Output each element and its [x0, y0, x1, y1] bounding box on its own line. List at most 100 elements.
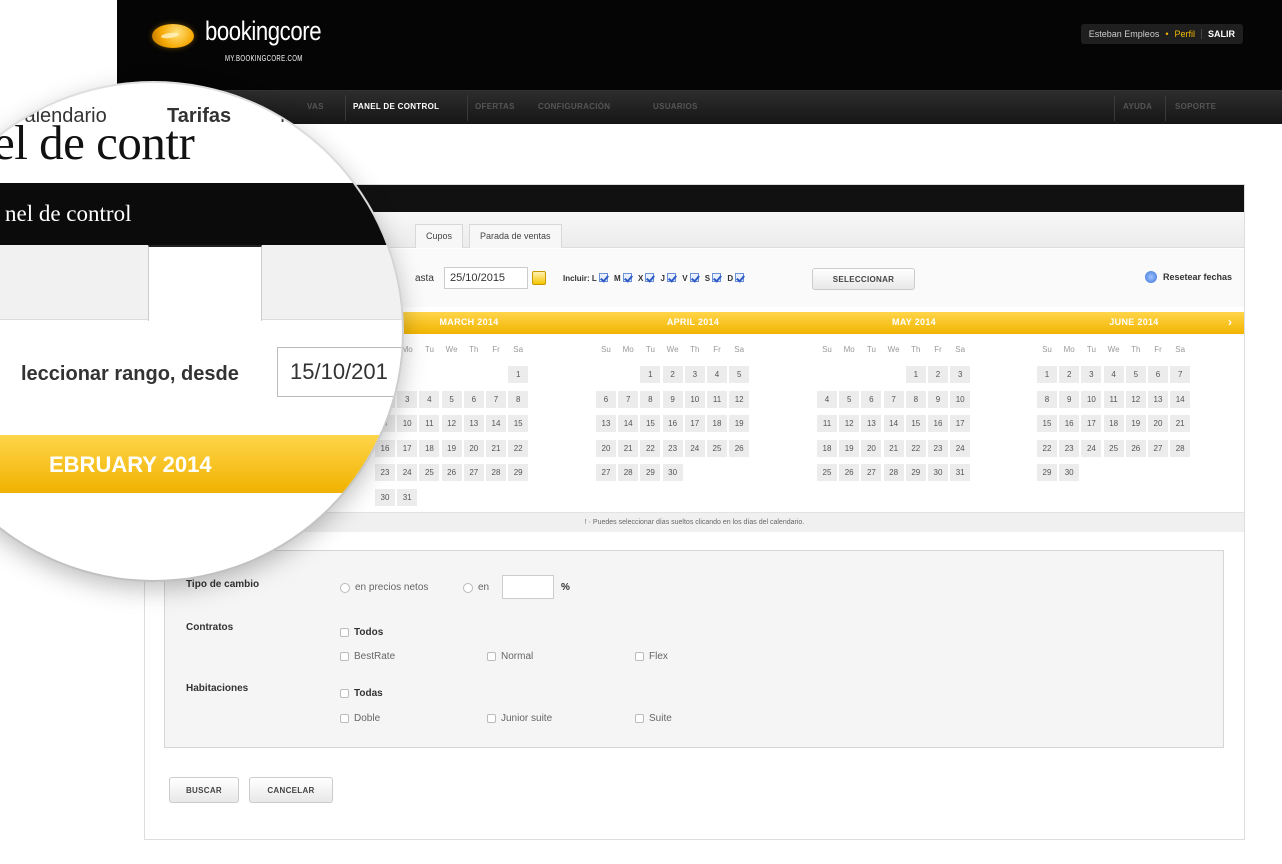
checkbox-icon[interactable]	[635, 652, 644, 661]
calendar-day[interactable]: 20	[596, 439, 616, 457]
day-check-v[interactable]: V	[682, 273, 702, 283]
calendar-day[interactable]: 26	[729, 439, 750, 457]
calendar-day[interactable]: 28	[618, 464, 639, 481]
calendar-day[interactable]: 26	[441, 464, 462, 481]
select-button[interactable]: SELECCIONAR	[812, 268, 915, 290]
day-check-x[interactable]: X	[638, 273, 658, 283]
calendar-day[interactable]: 10	[397, 415, 418, 432]
zoomed-tab-calendario[interactable]: Calendario	[10, 105, 107, 128]
calendar-day[interactable]: 17	[684, 415, 705, 432]
check-icon[interactable]	[666, 273, 676, 282]
calendar-day[interactable]: 2	[1059, 366, 1080, 383]
calendar-day[interactable]: 28	[486, 464, 506, 481]
calendar-day[interactable]: 11	[817, 415, 837, 432]
calendar-day[interactable]: 26	[1125, 439, 1146, 457]
calendar-day[interactable]: 8	[1037, 390, 1057, 408]
calendar-day[interactable]: 25	[419, 464, 440, 481]
calendar-day[interactable]: 13	[861, 415, 882, 432]
checkbox-normal[interactable]: Normal	[487, 651, 533, 662]
calendar-day[interactable]: 19	[839, 439, 860, 457]
checkbox-icon[interactable]	[487, 652, 496, 661]
calendar-day[interactable]: 27	[596, 464, 616, 481]
calendar-day[interactable]: 4	[707, 366, 727, 383]
calendar-day[interactable]: 19	[441, 439, 462, 457]
calendar-day[interactable]: 24	[684, 439, 705, 457]
calendar-day[interactable]: 23	[1059, 439, 1080, 457]
calendar-day[interactable]: 25	[707, 439, 727, 457]
calendar-day[interactable]: 5	[441, 390, 462, 408]
calendar-day[interactable]: 15	[640, 415, 661, 432]
calendar-day[interactable]: 12	[441, 415, 462, 432]
calendar-day[interactable]: 8	[640, 390, 661, 408]
calendar-day[interactable]: 3	[950, 366, 971, 383]
day-check-d[interactable]: D	[727, 273, 748, 283]
checkbox-icon[interactable]	[635, 714, 644, 723]
calendar-day[interactable]: 10	[1081, 390, 1102, 408]
radio-percent[interactable]: en	[463, 582, 489, 593]
calendar-day[interactable]: 27	[861, 464, 882, 481]
checkbox-suite[interactable]: Suite	[635, 713, 672, 724]
checkbox-icon[interactable]	[340, 628, 349, 637]
nav-item-ofertas[interactable]: OFERTAS	[475, 102, 515, 111]
calendar-day[interactable]: 15	[905, 415, 926, 432]
calendar-day[interactable]: 22	[640, 439, 661, 457]
calendar-day[interactable]: 20	[463, 439, 484, 457]
calendar-day[interactable]: 29	[640, 464, 661, 481]
calendar-day[interactable]: 15	[1037, 415, 1057, 432]
calendar-day[interactable]: 8	[905, 390, 926, 408]
calendar-day[interactable]: 21	[618, 439, 639, 457]
checkbox-doble[interactable]: Doble	[340, 713, 380, 724]
calendar-day[interactable]: 18	[817, 439, 837, 457]
calendar-day[interactable]: 13	[1148, 390, 1168, 408]
calendar-day[interactable]: 30	[1059, 464, 1080, 481]
calendar-day[interactable]: 1	[1037, 366, 1057, 383]
check-icon[interactable]	[735, 273, 745, 282]
calendar-day[interactable]: 21	[1170, 415, 1191, 432]
zoomed-date-from-input[interactable]: 15/10/201	[277, 347, 402, 397]
calendar-day[interactable]: 9	[928, 390, 948, 408]
calendar-day[interactable]: 30	[662, 464, 683, 481]
brand-name[interactable]: bookingcore	[205, 16, 322, 47]
calendar-day[interactable]: 2	[928, 366, 948, 383]
checkbox-icon[interactable]	[340, 652, 349, 661]
calendar-day[interactable]: 24	[1081, 439, 1102, 457]
calendar-day[interactable]: 22	[905, 439, 926, 457]
calendar-day[interactable]: 12	[839, 415, 860, 432]
calendar-day[interactable]: 5	[1125, 366, 1146, 383]
calendar-day[interactable]: 10	[684, 390, 705, 408]
logout-button[interactable]: SALIR	[1201, 29, 1235, 39]
calendar-day[interactable]: 23	[928, 439, 948, 457]
percent-input[interactable]	[502, 575, 554, 599]
checkbox-bestrate[interactable]: BestRate	[340, 651, 395, 662]
day-check-l[interactable]: L	[592, 273, 612, 283]
calendar-day[interactable]: 16	[1059, 415, 1080, 432]
calendar-day[interactable]: 15	[508, 415, 529, 432]
calendar-icon[interactable]	[532, 271, 546, 285]
calendar-day[interactable]: 7	[1170, 366, 1191, 383]
reset-dates-link[interactable]: Resetear fechas	[1144, 271, 1232, 283]
check-icon[interactable]	[622, 273, 632, 282]
cancel-button[interactable]: CANCELAR	[249, 777, 333, 803]
calendar-day[interactable]: 13	[463, 415, 484, 432]
checkbox-junior-suite[interactable]: Junior suite	[487, 713, 552, 724]
calendar-day[interactable]: 6	[1148, 366, 1168, 383]
calendar-day[interactable]: 16	[662, 415, 683, 432]
calendar-day[interactable]: 7	[618, 390, 639, 408]
calendar-day[interactable]: 14	[618, 415, 639, 432]
calendar-day[interactable]: 29	[1037, 464, 1057, 481]
calendar-day[interactable]: 18	[707, 415, 727, 432]
calendar-day[interactable]: 20	[861, 439, 882, 457]
calendar-day[interactable]: 25	[1103, 439, 1124, 457]
calendar-day[interactable]: 4	[419, 390, 440, 408]
zoomed-tab-tarifas[interactable]: Tarifas	[167, 105, 231, 128]
calendar-day[interactable]: 12	[729, 390, 750, 408]
calendar-day[interactable]: 22	[508, 439, 529, 457]
calendar-day[interactable]: 9	[662, 390, 683, 408]
day-check-j[interactable]: J	[661, 273, 680, 283]
calendar-day[interactable]: 2	[662, 366, 683, 383]
calendar-day[interactable]: 24	[950, 439, 971, 457]
search-button[interactable]: BUSCAR	[169, 777, 239, 803]
calendar-day[interactable]: 30	[928, 464, 948, 481]
checkbox-icon[interactable]	[487, 714, 496, 723]
calendar-day[interactable]: 17	[1081, 415, 1102, 432]
